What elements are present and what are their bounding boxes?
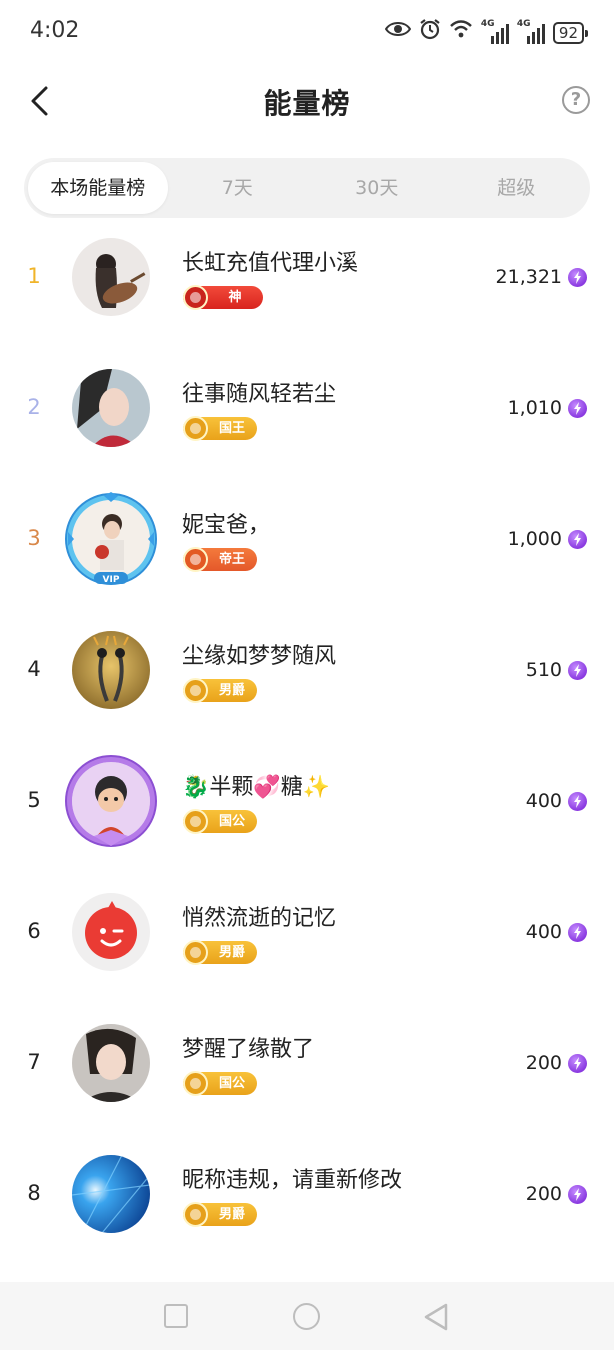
ranking-row[interactable]: 2 往事随风轻若尘 国王 1,010 xyxy=(0,361,614,492)
ranking-row[interactable]: 5 🐉半颗💞糖✨ 国公 400 xyxy=(0,754,614,885)
rank-number: 4 xyxy=(27,657,41,681)
ranking-row[interactable]: 3 VIP 妮宝爸， 帝王 1,000 xyxy=(0,492,614,623)
level-badge: 男爵 xyxy=(183,940,257,965)
level-badge: 国王 xyxy=(183,416,257,441)
badge-icon xyxy=(183,1202,208,1227)
energy-score: 1,000 xyxy=(507,528,562,550)
user-name: 悄然流逝的记忆 xyxy=(182,906,337,931)
badge-icon xyxy=(183,547,208,572)
lightning-icon xyxy=(568,792,587,811)
help-icon[interactable]: ? xyxy=(562,86,590,114)
rank-number: 2 xyxy=(27,395,41,419)
rank-number: 1 xyxy=(27,264,41,288)
energy-ranking-page: 4:02 4G 4G 92 能量榜 ? 本场能量榜 7天 30天 超级 1 长虹… xyxy=(0,0,614,1350)
ranking-list: 1 长虹充值代理小溪 神 21,321 2 往事随风轻若尘 国王 1,010 3… xyxy=(0,230,614,1278)
user-name: 梦醒了缘散了 xyxy=(182,1037,315,1062)
user-name: 妮宝爸， xyxy=(182,513,271,538)
lightning-icon xyxy=(568,661,587,680)
ranking-row[interactable]: 8 昵称违规，请重新修改 男爵 200 xyxy=(0,1147,614,1278)
tab-bar: 本场能量榜 7天 30天 超级 xyxy=(24,158,590,218)
user-name: 🐉半颗💞糖✨ xyxy=(182,775,331,800)
ranking-row[interactable]: 6 悄然流逝的记忆 男爵 400 xyxy=(0,885,614,1016)
level-badge: 男爵 xyxy=(183,1202,257,1227)
level-badge: 神 xyxy=(183,285,263,310)
status-bar: 4:02 4G 4G 92 xyxy=(0,0,614,62)
level-badge: 男爵 xyxy=(183,678,257,703)
vip-frame-icon: VIP xyxy=(65,492,157,585)
lightning-icon xyxy=(568,923,587,942)
eye-icon xyxy=(384,20,412,45)
badge-icon xyxy=(183,285,208,310)
ranking-row[interactable]: 7 梦醒了缘散了 国公 200 xyxy=(0,1016,614,1147)
level-badge: 国公 xyxy=(183,1071,257,1096)
badge-icon xyxy=(183,809,208,834)
energy-score: 200 xyxy=(525,1052,562,1074)
lightning-icon xyxy=(568,1054,587,1073)
status-time: 4:02 xyxy=(30,18,80,43)
user-name: 往事随风轻若尘 xyxy=(182,382,337,407)
system-nav-bar xyxy=(0,1282,614,1350)
tab-super[interactable]: 超级 xyxy=(447,162,587,214)
avatar[interactable] xyxy=(72,1024,150,1102)
badge-icon xyxy=(183,940,208,965)
user-name: 昵称违规，请重新修改 xyxy=(182,1168,403,1193)
badge-icon xyxy=(183,1071,208,1096)
energy-score: 510 xyxy=(525,659,562,681)
energy-score: 200 xyxy=(525,1183,562,1205)
wifi-icon xyxy=(449,19,473,46)
circle-icon[interactable] xyxy=(293,1303,320,1330)
svg-text:VIP: VIP xyxy=(103,575,120,585)
battery-icon: 92 xyxy=(552,21,589,44)
user-name: 尘缘如梦梦随风 xyxy=(182,644,337,669)
badge-icon xyxy=(183,416,208,441)
avatar[interactable] xyxy=(72,631,150,709)
purple-frame-icon xyxy=(65,755,157,847)
badge-icon xyxy=(183,678,208,703)
lightning-icon xyxy=(568,399,587,418)
header: 能量榜 ? xyxy=(0,72,614,132)
lightning-icon xyxy=(568,1185,587,1204)
avatar[interactable] xyxy=(72,1155,150,1233)
lightning-icon xyxy=(568,530,587,549)
energy-score: 400 xyxy=(525,921,562,943)
rank-number: 8 xyxy=(27,1181,41,1205)
signal-icon-1: 4G xyxy=(481,19,509,44)
level-badge: 帝王 xyxy=(183,547,257,572)
rank-number: 3 xyxy=(27,526,41,550)
tab-30-days[interactable]: 30天 xyxy=(307,162,447,214)
avatar[interactable] xyxy=(72,369,150,447)
avatar[interactable] xyxy=(72,238,150,316)
energy-score: 400 xyxy=(525,790,562,812)
status-icons: 4G 4G 92 xyxy=(384,18,589,47)
triangle-icon[interactable] xyxy=(422,1302,450,1332)
rank-number: 6 xyxy=(27,919,41,943)
ranking-row[interactable]: 4 尘缘如梦梦随风 男爵 510 xyxy=(0,623,614,754)
rank-number: 5 xyxy=(27,788,41,812)
signal-icon-2: 4G xyxy=(517,19,545,44)
energy-score: 21,321 xyxy=(495,266,562,288)
level-badge: 国公 xyxy=(183,809,257,834)
user-name: 长虹充值代理小溪 xyxy=(182,251,359,276)
rank-number: 7 xyxy=(27,1050,41,1074)
square-icon[interactable] xyxy=(164,1304,188,1328)
alarm-icon xyxy=(419,18,441,47)
tab-current-session[interactable]: 本场能量榜 xyxy=(28,162,168,214)
page-title: 能量榜 xyxy=(263,87,351,120)
energy-score: 1,010 xyxy=(507,397,562,419)
ranking-row[interactable]: 1 长虹充值代理小溪 神 21,321 xyxy=(0,230,614,361)
lightning-icon xyxy=(568,268,587,287)
avatar[interactable] xyxy=(72,893,150,971)
tab-7-days[interactable]: 7天 xyxy=(168,162,308,214)
